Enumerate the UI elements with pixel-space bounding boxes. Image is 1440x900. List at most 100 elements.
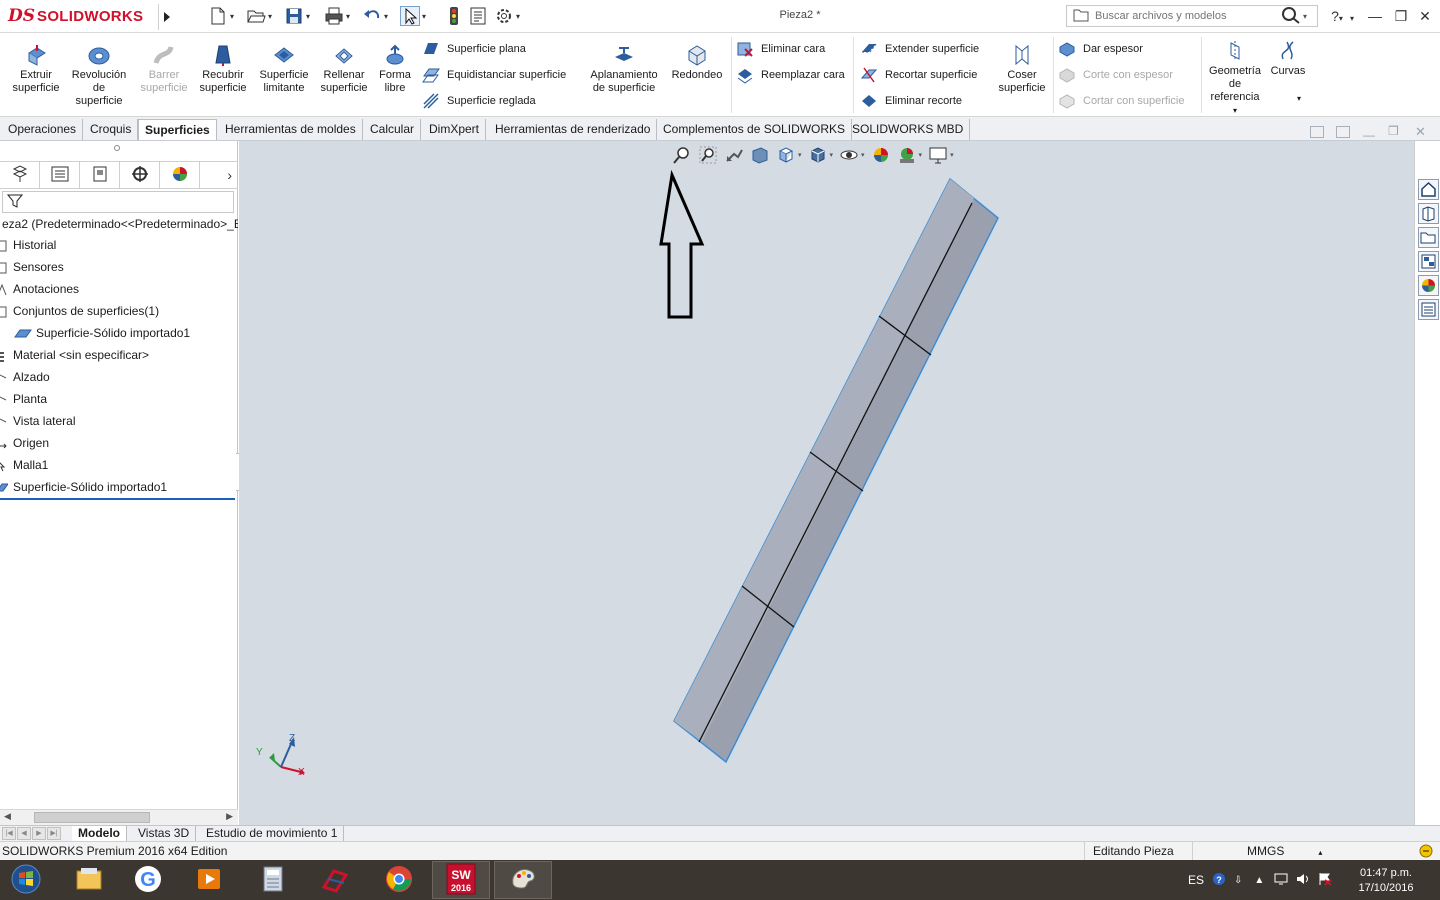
fillet-button[interactable]: Redondeo [668, 43, 726, 82]
appearances-scenes-icon[interactable] [1418, 275, 1439, 296]
tree-filter[interactable] [2, 191, 234, 213]
file-properties-button[interactable] [468, 6, 488, 26]
delete-face-button[interactable]: Eliminar cara [736, 39, 825, 59]
replace-face-button[interactable]: Reemplazar cara [736, 65, 845, 85]
search-box[interactable]: ▾ [1066, 5, 1318, 27]
taskbar-calculator[interactable] [244, 861, 302, 899]
ruled-surface-button[interactable]: Superficie reglada [422, 91, 536, 111]
dimxpert-manager-tab[interactable] [120, 162, 160, 188]
tab-solidworks-mbd[interactable]: SOLIDWORKS MBD [846, 119, 971, 140]
curves-button[interactable]: Curvas ▾ [1266, 39, 1310, 105]
rebuild-button[interactable] [444, 6, 464, 26]
tab-herramientas-de-renderizado[interactable]: Herramientas de renderizado [489, 119, 658, 140]
undo-button[interactable]: ▾ [362, 6, 388, 26]
save-button[interactable]: ▾ [284, 6, 310, 26]
thickened-cut-button[interactable]: Corte con espesor [1058, 65, 1173, 85]
select-button[interactable]: ▾ [400, 6, 426, 26]
new-document-button[interactable]: ▾ [208, 6, 234, 26]
apply-scene-dropdown-icon[interactable]: ▾ [919, 151, 923, 159]
viewport-restore-icon[interactable]: ❐ [1388, 124, 1399, 138]
last-tab-icon[interactable]: ▶| [47, 827, 61, 840]
scroll-right-icon[interactable]: ▶ [226, 811, 233, 822]
display-style-dropdown-icon[interactable]: ▾ [830, 151, 834, 159]
tab-operaciones[interactable]: Operaciones [2, 119, 84, 140]
tab-dimxpert[interactable]: DimXpert [423, 119, 487, 140]
taskbar-chrome[interactable] [370, 861, 428, 899]
rollback-bar[interactable] [0, 498, 235, 500]
loft-surface-button[interactable]: Recubrir superficie [194, 43, 252, 95]
view-settings-icon[interactable] [928, 145, 948, 165]
search-input[interactable] [1095, 10, 1275, 22]
planar-surface-button[interactable]: Superficie plana [422, 39, 526, 59]
search-dropdown-icon[interactable]: ▾ [1303, 12, 1307, 21]
taskbar-google[interactable]: G [119, 861, 177, 899]
print-button[interactable]: ▾ [324, 6, 350, 26]
extend-surface-button[interactable]: Extender superficie [860, 39, 979, 59]
tab-superficies[interactable]: Superficies [138, 119, 217, 140]
previous-view-icon[interactable] [724, 145, 744, 165]
tab-herramientas-de-moldes[interactable]: Herramientas de moldes [219, 119, 363, 140]
pin-menu-icon[interactable]: ▾ [1344, 6, 1360, 26]
property-manager-tab[interactable] [40, 162, 80, 188]
viewport-panel-right-icon[interactable] [1336, 126, 1350, 138]
boundary-surface-button[interactable]: Superficie limitante [254, 43, 314, 95]
help-tray-icon[interactable]: ? [1212, 872, 1226, 889]
system-clock[interactable]: 01:47 p.m. 17/10/2016 [1346, 866, 1426, 896]
freeform-button[interactable]: Forma libre [374, 43, 416, 95]
tree-item-vista-lateral[interactable]: Vista lateral [0, 410, 238, 432]
sweep-surface-button[interactable]: Barrer superficie [136, 43, 192, 95]
tree-item-superficie-sólido-importado1[interactable]: Superficie-Sólido importado1 [0, 322, 238, 344]
untrim-surface-button[interactable]: Eliminar recorte [860, 91, 962, 111]
minimize-icon[interactable]: — [1364, 6, 1386, 26]
tree-item-conjuntos-de-superficies-1[interactable]: Conjuntos de superficies(1) [0, 300, 238, 322]
tab-modelo[interactable]: Modelo [72, 826, 127, 841]
design-library-icon[interactable] [1418, 203, 1439, 224]
taskbar-red-app[interactable] [306, 861, 364, 899]
volume-icon[interactable] [1296, 873, 1310, 888]
usb-tray-icon[interactable]: ⇩ [1234, 875, 1242, 886]
tree-item-material-sin-especificar[interactable]: Material <sin especificar> [0, 344, 238, 366]
taskbar-file-explorer[interactable] [60, 861, 118, 899]
tree-item-sensores[interactable]: Sensores [0, 256, 238, 278]
tab-navigation-arrows[interactable]: |◀ ◀ ▶ ▶| [2, 827, 61, 840]
tree-item-planta[interactable]: Planta [0, 388, 238, 410]
taskbar-solidworks[interactable]: SW 2016 [432, 861, 490, 899]
cut-with-surface-button[interactable]: Cortar con superficie [1058, 91, 1185, 111]
configuration-manager-tab[interactable] [80, 162, 120, 188]
tab-croquis[interactable]: Croquis [84, 119, 139, 140]
scroll-left-icon[interactable]: ◀ [4, 811, 11, 822]
zoom-to-fit-icon[interactable] [672, 145, 692, 165]
tab-vistas-3d[interactable]: Vistas 3D [132, 826, 197, 841]
tree-item-superficie-sólido-importado1[interactable]: Superficie-Sólido importado1 [0, 476, 238, 498]
solidworks-logo[interactable]: DS SOLIDWORKS [8, 2, 143, 30]
menu-expand-arrow[interactable] [158, 4, 174, 30]
offset-surface-button[interactable]: Equidistanciar superficie [422, 65, 566, 85]
tree-root-part[interactable]: eza2 (Predeterminado<<Predeterminado>_E [0, 214, 238, 234]
solidworks-resources-icon[interactable] [1418, 179, 1439, 200]
flag-notification-icon[interactable] [1318, 872, 1332, 889]
thicken-button[interactable]: Dar espesor [1058, 39, 1143, 59]
close-icon[interactable]: ✕ [1414, 6, 1436, 26]
extrude-surface-button[interactable]: Extruir superficie [8, 43, 64, 95]
tree-item-origen[interactable]: Origen [0, 432, 238, 454]
display-manager-tab[interactable] [160, 162, 200, 188]
hide-show-items-icon[interactable] [839, 145, 859, 165]
reference-geometry-button[interactable]: Geometría de referencia ▾ [1204, 39, 1266, 117]
more-tabs-chevron-icon[interactable]: › [200, 162, 238, 188]
fill-surface-button[interactable]: Rellenar superficie [316, 43, 372, 95]
graphics-area[interactable]: Y Z X [239, 141, 1414, 825]
show-hidden-icons-icon[interactable]: ▲ [1254, 875, 1264, 886]
scroll-thumb[interactable] [34, 812, 150, 823]
viewport-panel-left-icon[interactable] [1310, 126, 1324, 138]
apply-scene-icon[interactable] [897, 145, 917, 165]
edit-appearance-icon[interactable] [871, 145, 891, 165]
tree-item-alzado[interactable]: Alzado [0, 366, 238, 388]
zoom-to-area-icon[interactable] [698, 145, 718, 165]
search-icon[interactable] [1281, 6, 1301, 27]
start-button[interactable] [6, 862, 46, 898]
knit-surface-button[interactable]: Coser superficie [994, 43, 1050, 95]
taskbar-paint[interactable] [494, 861, 552, 899]
tree-item-anotaciones[interactable]: Anotaciones [0, 278, 238, 300]
unit-system-selector[interactable]: MMGS ▴ [1192, 842, 1342, 861]
tab-estudio-de-movimiento[interactable]: Estudio de movimiento 1 [200, 826, 345, 841]
